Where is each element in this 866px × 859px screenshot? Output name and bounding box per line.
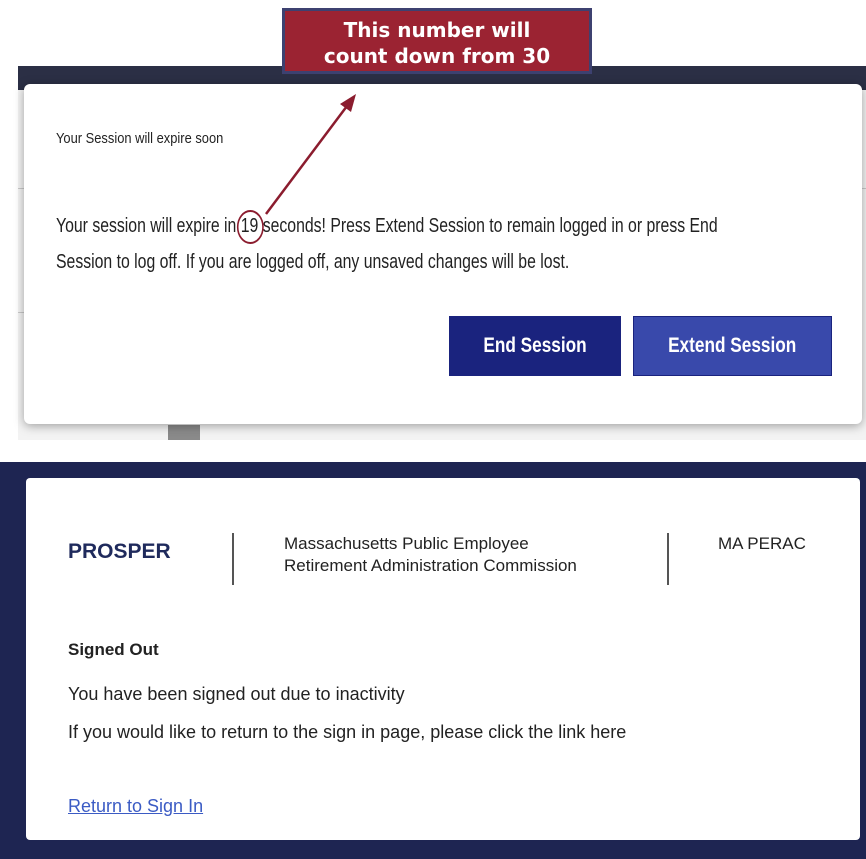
background-block bbox=[168, 425, 200, 440]
header-divider bbox=[667, 533, 669, 585]
signed-out-title: Signed Out bbox=[68, 640, 159, 659]
end-session-button[interactable]: End Session bbox=[449, 316, 621, 376]
dialog-message: Your session will expire in 19 seconds! … bbox=[56, 208, 767, 280]
signed-out-card: PROSPER Massachusetts Public Employee Re… bbox=[26, 478, 860, 840]
callout-line-1: This number will bbox=[343, 18, 531, 42]
return-to-sign-in-link[interactable]: Return to Sign In bbox=[68, 796, 203, 817]
background-divider bbox=[862, 188, 866, 189]
commission-line-2: Retirement Administration Commission bbox=[284, 556, 577, 575]
session-expiry-dialog: Your Session will expire soon Your sessi… bbox=[24, 84, 862, 424]
org-short-name: MA PERAC bbox=[718, 534, 806, 553]
return-instructions: If you would like to return to the sign … bbox=[68, 722, 627, 742]
dialog-title: Your Session will expire soon bbox=[56, 130, 224, 147]
end-session-label: End Session bbox=[483, 334, 587, 357]
session-timeout-screenshot: Your Session will expire soon Your sessi… bbox=[0, 0, 866, 440]
header-divider bbox=[232, 533, 234, 585]
commission-line-1: Massachusetts Public Employee bbox=[284, 534, 529, 553]
prosper-logo-text: PROSPER bbox=[68, 540, 171, 563]
extend-session-label: Extend Session bbox=[668, 334, 797, 357]
countdown-value: 19 bbox=[236, 208, 264, 244]
callout-line-2: count down from 30 bbox=[323, 44, 551, 68]
signed-out-screenshot: PROSPER Massachusetts Public Employee Re… bbox=[0, 462, 866, 859]
commission-name: Massachusetts Public Employee Retirement… bbox=[284, 533, 577, 577]
extend-session-button[interactable]: Extend Session bbox=[633, 316, 832, 376]
inactivity-message: You have been signed out due to inactivi… bbox=[68, 684, 405, 704]
message-prefix: Your session will expire in bbox=[56, 215, 241, 237]
countdown-highlight-circle bbox=[236, 210, 264, 244]
annotation-callout: This number will count down from 30 bbox=[282, 8, 592, 74]
